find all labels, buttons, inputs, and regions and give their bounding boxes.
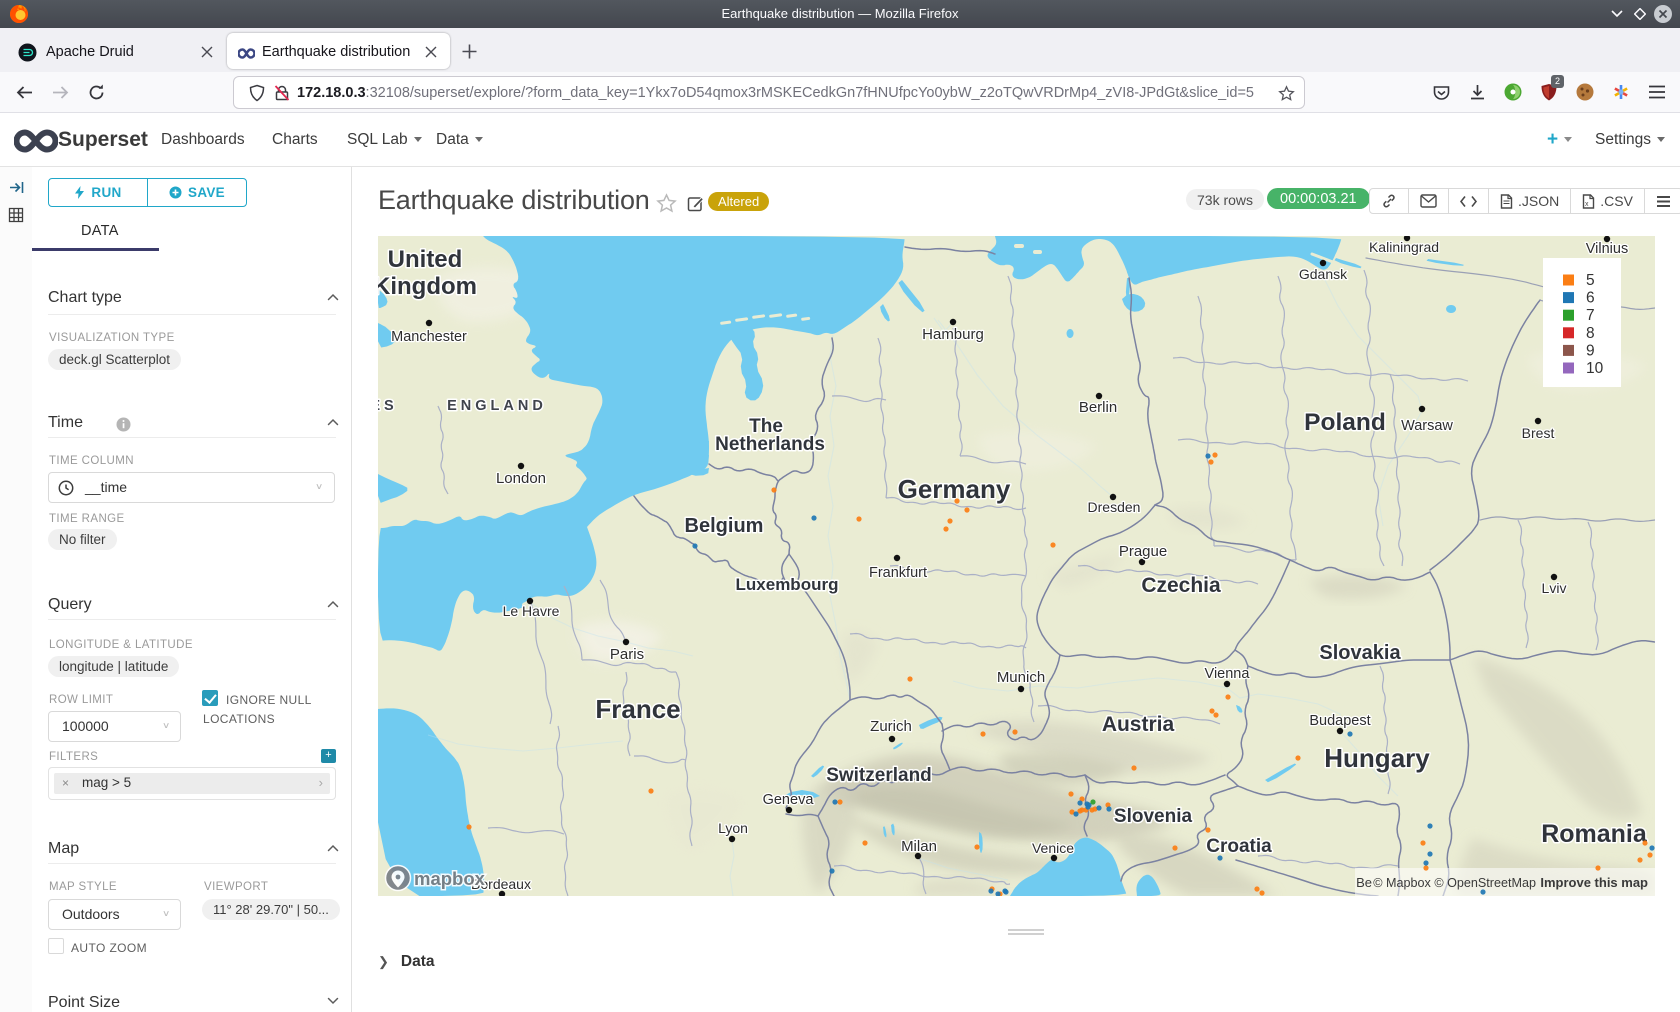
svg-text:Dresden: Dresden [1088, 499, 1141, 515]
svg-text:Luxembourg: Luxembourg [736, 575, 839, 594]
svg-text:Slovenia: Slovenia [1114, 806, 1193, 827]
svg-text:Romania: Romania [1541, 820, 1648, 848]
svg-text:Munich: Munich [997, 669, 1045, 686]
svg-text:9: 9 [1586, 342, 1595, 359]
svg-text:Slovakia: Slovakia [1319, 642, 1401, 664]
svg-text:Hungary: Hungary [1324, 743, 1430, 773]
svg-text:Milan: Milan [901, 838, 937, 855]
svg-text:London: London [496, 470, 546, 487]
svg-text:6: 6 [1586, 290, 1595, 307]
svg-text:Czechia: Czechia [1141, 574, 1221, 597]
svg-text:5: 5 [1586, 272, 1595, 289]
svg-text:Venice: Venice [1032, 840, 1074, 856]
svg-text:© Mapbox © OpenStreetMap: © Mapbox © OpenStreetMap [1373, 876, 1536, 890]
svg-text:Warsaw: Warsaw [1401, 418, 1453, 434]
svg-text:Croatia: Croatia [1206, 836, 1272, 857]
svg-text:mapbox: mapbox [414, 868, 486, 889]
svg-text:7: 7 [1586, 307, 1595, 324]
svg-text:Hamburg: Hamburg [922, 326, 984, 343]
svg-text:Manchester: Manchester [391, 329, 467, 345]
svg-text:Netherlands: Netherlands [715, 434, 825, 455]
svg-text:France: France [595, 694, 680, 724]
svg-text:Vienna: Vienna [1205, 666, 1251, 682]
svg-text:8: 8 [1586, 325, 1595, 342]
svg-text:Zurich: Zurich [870, 718, 912, 735]
svg-text:Brest: Brest [1522, 425, 1555, 441]
svg-text:Paris: Paris [610, 646, 644, 663]
svg-text:Lviv: Lviv [1542, 580, 1567, 596]
svg-text:ENGLAND: ENGLAND [447, 398, 547, 414]
svg-text:Berlin: Berlin [1079, 399, 1117, 416]
svg-text:Le Havre: Le Havre [503, 603, 560, 619]
svg-text:10: 10 [1586, 360, 1604, 377]
svg-text:Vilnius: Vilnius [1586, 241, 1628, 257]
svg-text:Austria: Austria [1102, 713, 1175, 736]
svg-text:Frankfurt: Frankfurt [869, 565, 927, 581]
svg-text:Improve this map: Improve this map [1540, 875, 1648, 890]
svg-text:Switzerland: Switzerland [826, 765, 932, 786]
svg-text:Belgium: Belgium [685, 515, 764, 537]
svg-text:Poland: Poland [1304, 409, 1386, 436]
svg-text:Be: Be [1356, 875, 1372, 890]
svg-text:Gdansk: Gdansk [1299, 266, 1348, 282]
svg-text:Prague: Prague [1119, 543, 1167, 560]
svg-text:Kingdom: Kingdom [378, 273, 477, 300]
svg-text:Budapest: Budapest [1309, 713, 1370, 729]
svg-text:United: United [388, 246, 463, 273]
svg-text:x: x [1585, 201, 1589, 208]
svg-text:Lyon: Lyon [718, 820, 748, 836]
svg-text:Geneva: Geneva [763, 792, 815, 808]
svg-text:ES: ES [378, 398, 398, 414]
svg-text:Kaliningrad: Kaliningrad [1369, 239, 1439, 255]
svg-text:Germany: Germany [898, 474, 1011, 504]
